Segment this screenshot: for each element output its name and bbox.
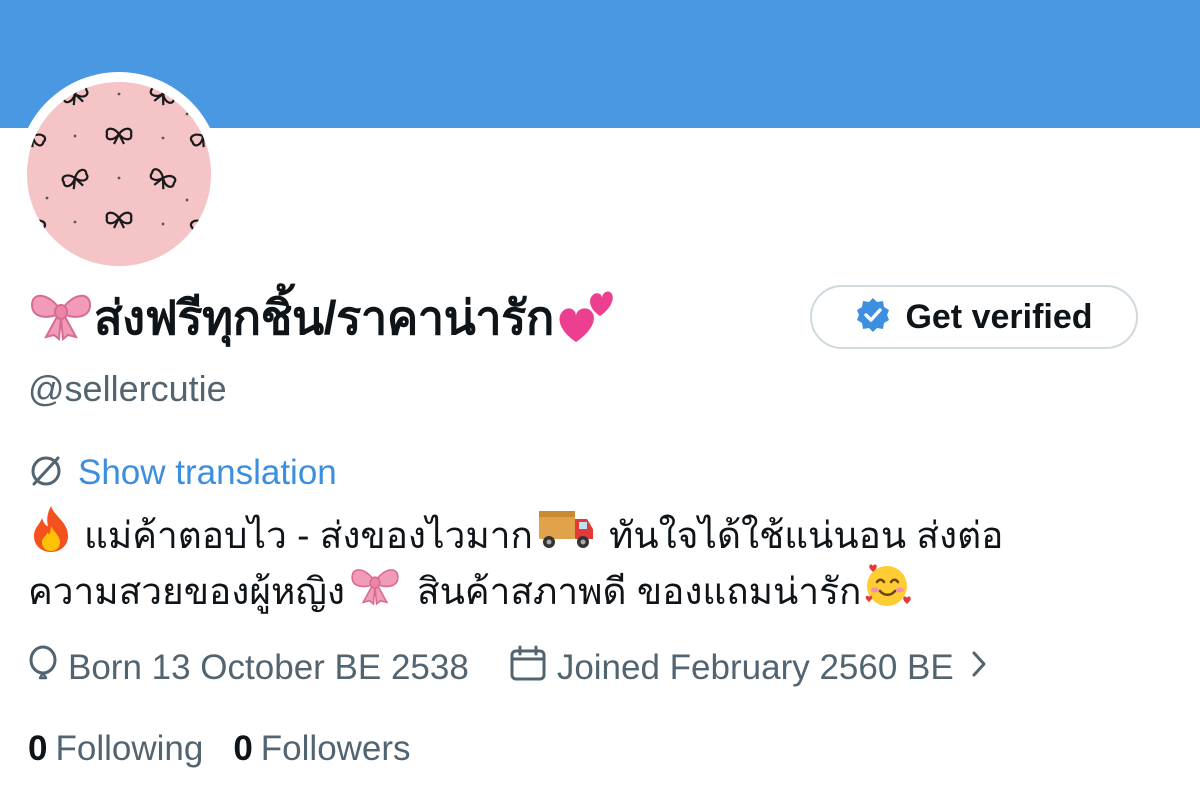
fire-emoji xyxy=(28,504,74,568)
chevron-right-icon xyxy=(970,648,988,688)
birthday-text: Born 13 October BE 2538 xyxy=(68,648,469,687)
display-name-row: ส่งฟรีทุกชิ้น/ราคาน่ารัก xyxy=(28,282,616,352)
follow-stats-row: 0 Following 0 Followers xyxy=(28,726,411,772)
two-hearts-emoji xyxy=(554,286,616,349)
bio-text-1b: ทันใจได้ใช้แน่นอน ส่งต่อ xyxy=(608,515,1004,556)
bow-emoji xyxy=(349,564,401,620)
profile-bio: แม่ค้าตอบไว - ส่งของไวมาก ทันใจได้ใช้แน่… xyxy=(28,506,1178,620)
truck-emoji xyxy=(537,507,595,565)
bow-pattern-image xyxy=(27,82,211,266)
bow-emoji xyxy=(28,289,94,346)
show-translation-link[interactable]: Show translation xyxy=(78,453,337,493)
joined-item[interactable]: Joined February 2560 BE xyxy=(509,645,988,692)
birthday-icon xyxy=(28,645,58,692)
followers-label: Followers xyxy=(260,729,411,768)
bio-text-1a: แม่ค้าตอบไว - ส่งของไวมาก xyxy=(84,515,533,556)
following-link[interactable]: 0 Following xyxy=(28,729,203,769)
following-label: Following xyxy=(55,729,204,768)
get-verified-label: Get verified xyxy=(905,297,1093,336)
birthday-item: Born 13 October BE 2538 xyxy=(28,645,469,692)
bio-line-1: แม่ค้าตอบไว - ส่งของไวมาก ทันใจได้ใช้แน่… xyxy=(28,506,1178,565)
verified-badge-icon xyxy=(855,297,891,338)
translate-row: Show translation xyxy=(28,452,337,494)
calendar-icon xyxy=(509,645,547,692)
profile-meta-row: Born 13 October BE 2538 Joined February … xyxy=(28,645,988,691)
display-name: ส่งฟรีทุกชิ้น/ราคาน่ารัก xyxy=(94,290,554,344)
smiling-hearts-emoji xyxy=(863,560,913,624)
avatar[interactable] xyxy=(27,82,211,266)
translate-icon xyxy=(28,453,64,494)
get-verified-button[interactable]: Get verified xyxy=(810,285,1138,349)
followers-count: 0 xyxy=(233,729,253,768)
user-handle: @sellercutie xyxy=(28,368,227,409)
bio-text-2a: ความสวยของผู้หญิง xyxy=(28,571,345,612)
joined-text: Joined February 2560 BE xyxy=(556,648,954,687)
bio-line-2: ความสวยของผู้หญิง สินค้าสภาพดี ของแถมน่า… xyxy=(28,564,1178,620)
following-count: 0 xyxy=(28,729,48,768)
followers-link[interactable]: 0 Followers xyxy=(233,729,410,769)
bio-text-2b: สินค้าสภาพดี ของแถมน่ารัก xyxy=(416,571,862,612)
